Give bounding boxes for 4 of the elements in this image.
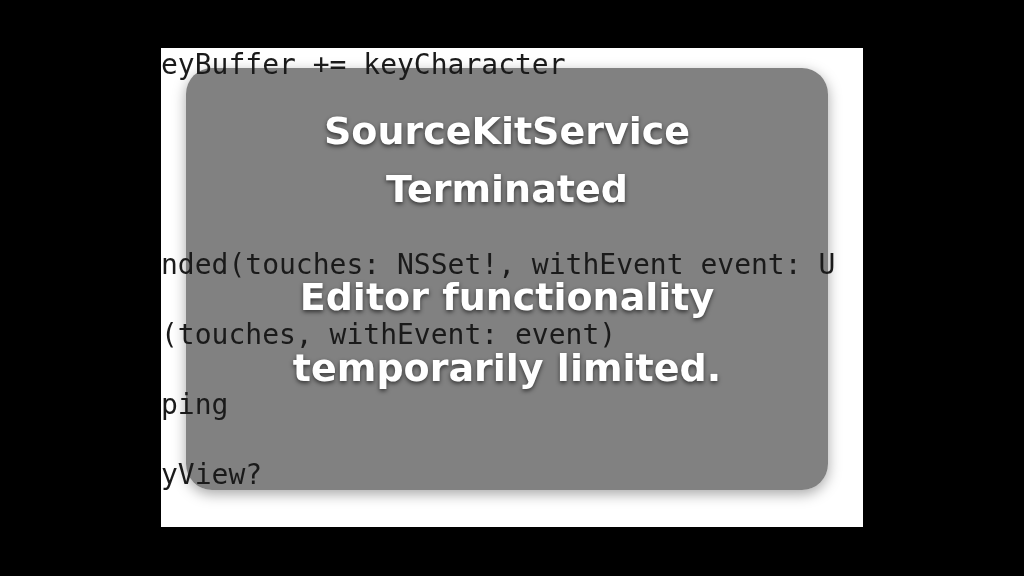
overlay-title: Terminated xyxy=(386,166,628,213)
overlay-message: temporarily limited. xyxy=(292,347,722,389)
code-line: eyBuffer += keyCharacter xyxy=(161,51,566,79)
overlay-title: SourceKitService xyxy=(323,108,691,155)
